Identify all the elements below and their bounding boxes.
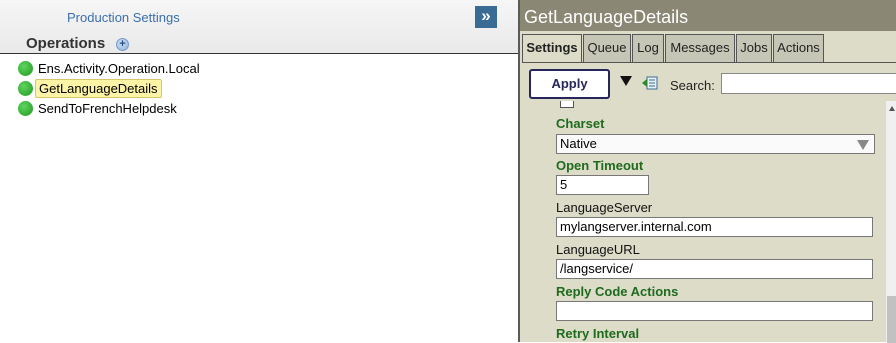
operation-label[interactable]: GetLanguageDetails: [35, 79, 162, 98]
language-server-input[interactable]: mylangserver.internal.com: [556, 217, 873, 237]
retry-interval-label: Retry Interval: [556, 326, 640, 341]
production-settings-link[interactable]: Production Settings: [67, 10, 180, 25]
details-title-bar: GetLanguageDetails: [520, 0, 896, 31]
language-url-input[interactable]: /langservice/: [556, 259, 873, 279]
dropdown-arrow-icon[interactable]: [620, 76, 632, 86]
scroll-up-icon[interactable]: [889, 106, 895, 111]
tab-settings[interactable]: Settings: [522, 34, 582, 63]
add-operation-icon[interactable]: +: [116, 38, 129, 51]
export-icon[interactable]: [642, 76, 658, 90]
details-title: GetLanguageDetails: [524, 7, 689, 27]
charset-label: Charset: [556, 116, 605, 131]
tab-actions[interactable]: Actions: [773, 34, 824, 62]
search-label: Search:: [670, 78, 715, 93]
tab-messages[interactable]: Messages: [665, 34, 735, 62]
settings-tab-content: Apply Search: Charset Native Open Timeou…: [522, 62, 896, 343]
operations-title: Operations: [26, 35, 106, 52]
reply-code-actions-label: Reply Code Actions: [556, 284, 679, 299]
language-server-label: LanguageServer: [556, 200, 653, 215]
reply-code-actions-input[interactable]: [556, 301, 873, 321]
scrollbar-thumb[interactable]: [887, 296, 896, 343]
apply-button[interactable]: Apply: [529, 69, 610, 99]
search-input[interactable]: [721, 73, 896, 94]
charset-select[interactable]: Native: [556, 134, 875, 154]
setting-checkbox[interactable]: [560, 101, 574, 108]
tab-log[interactable]: Log: [632, 34, 664, 62]
chevron-down-icon: [857, 140, 869, 150]
tab-queue[interactable]: Queue: [583, 34, 631, 62]
status-running-icon: [18, 81, 33, 96]
operations-header: Production Settings Operations + »: [0, 0, 518, 54]
status-running-icon: [18, 61, 33, 76]
settings-scrollbar[interactable]: [886, 101, 896, 343]
charset-value: Native: [560, 136, 597, 151]
language-url-label: LanguageURL: [556, 242, 640, 257]
status-running-icon: [18, 101, 33, 116]
open-timeout-input[interactable]: 5: [556, 175, 649, 195]
collapse-panel-button[interactable]: »: [475, 6, 497, 28]
details-panel: GetLanguageDetails Settings Queue Log Me…: [518, 0, 896, 343]
operation-label[interactable]: Ens.Activity.Operation.Local: [35, 60, 203, 77]
settings-form: Charset Native Open Timeout 5 LanguageSe…: [522, 101, 886, 343]
operation-label[interactable]: SendToFrenchHelpdesk: [35, 100, 180, 117]
open-timeout-label: Open Timeout: [556, 158, 644, 173]
tab-jobs[interactable]: Jobs: [736, 34, 772, 62]
operations-panel: Production Settings Operations + » Ens.A…: [0, 0, 518, 342]
